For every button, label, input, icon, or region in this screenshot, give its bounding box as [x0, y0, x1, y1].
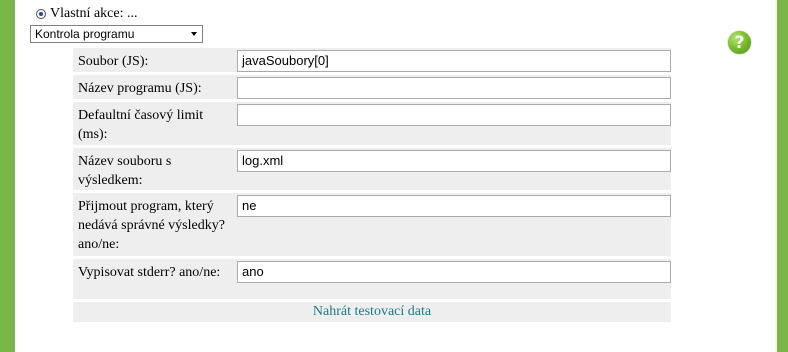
left-border-bar: [0, 0, 15, 352]
select-value: Kontrola programu: [35, 27, 135, 41]
custom-action-radio-option[interactable]: Vlastní akce: ...: [36, 5, 137, 23]
action-type-select[interactable]: Kontrola programu: [30, 25, 203, 43]
stderr-label: Vypisovat stderr? ano/ne:: [78, 265, 221, 280]
form-row-source-file: Soubor (JS): javaSoubory[0]: [73, 48, 671, 72]
upload-test-data-link[interactable]: Nahrát testovací data: [73, 302, 671, 322]
source-file-input[interactable]: javaSoubory[0]: [237, 50, 671, 72]
stderr-input[interactable]: ano: [237, 261, 671, 283]
result-file-label: Název souboru s výsledkem:: [78, 154, 172, 188]
radio-selected-dot: [39, 12, 43, 16]
time-limit-label: Defaultní časový limit (ms):: [78, 108, 204, 142]
radio-button[interactable]: [36, 9, 46, 19]
right-border-bar: [777, 0, 788, 352]
accept-wrong-label: Přijmout program, který nedává správné v…: [78, 199, 225, 252]
form-row-stderr: Vypisovat stderr? ano/ne: ano: [73, 259, 671, 299]
source-file-label: Soubor (JS):: [78, 54, 149, 69]
result-file-input[interactable]: log.xml: [237, 150, 671, 172]
time-limit-input[interactable]: [237, 104, 671, 126]
help-icon[interactable]: ?: [728, 31, 751, 54]
accept-wrong-input[interactable]: ne: [237, 195, 671, 217]
form-row-time-limit: Defaultní časový limit (ms):: [73, 102, 671, 145]
program-name-label: Název programu (JS):: [78, 81, 202, 96]
settings-form: Soubor (JS): javaSoubory[0] Název progra…: [73, 48, 671, 322]
form-row-program-name: Název programu (JS):: [73, 75, 671, 99]
form-row-accept-wrong: Přijmout program, který nedává správné v…: [73, 193, 671, 256]
program-name-input[interactable]: [237, 77, 671, 99]
help-glyph: ?: [734, 32, 745, 53]
form-row-result-file: Název souboru s výsledkem: log.xml: [73, 148, 671, 190]
dropdown-arrow-icon[interactable]: [191, 32, 197, 36]
radio-label: Vlastní akce: ...: [50, 6, 138, 21]
